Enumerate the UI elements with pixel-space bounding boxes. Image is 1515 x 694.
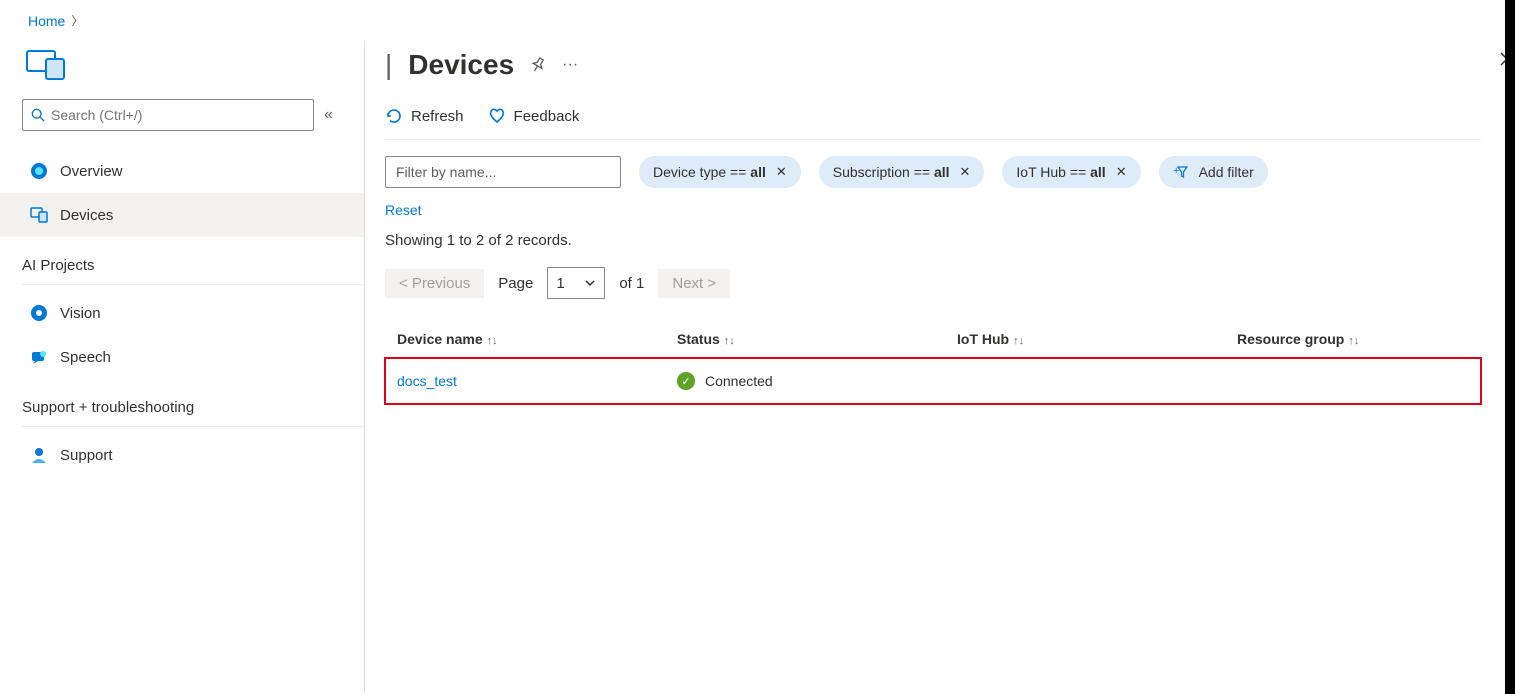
sidebar-item-support[interactable]: Support bbox=[0, 433, 364, 477]
add-filter-icon: + bbox=[1173, 164, 1189, 180]
iot-hub-cell bbox=[945, 358, 1225, 405]
sidebar-item-label: Devices bbox=[60, 207, 113, 224]
reset-filters[interactable]: Reset bbox=[385, 202, 422, 218]
breadcrumb-home[interactable]: Home bbox=[28, 13, 65, 29]
section-ai-projects: AI Projects bbox=[22, 257, 364, 285]
col-iot-hub[interactable]: IoT Hub↑↓ bbox=[945, 321, 1225, 358]
previous-page-button[interactable]: < Previous bbox=[385, 269, 484, 298]
refresh-button[interactable]: Refresh bbox=[385, 107, 464, 125]
refresh-icon bbox=[385, 107, 403, 125]
sort-icon: ↑↓ bbox=[724, 335, 735, 347]
filter-name-input[interactable] bbox=[385, 156, 621, 188]
col-resource-group[interactable]: Resource group↑↓ bbox=[1225, 321, 1481, 358]
support-icon bbox=[30, 446, 48, 464]
sidebar-item-label: Overview bbox=[60, 163, 123, 180]
remove-filter-icon[interactable]: ✕ bbox=[776, 164, 787, 180]
page-label: Page bbox=[498, 275, 533, 292]
sort-icon: ↑↓ bbox=[487, 335, 498, 347]
sort-icon: ↑↓ bbox=[1348, 335, 1359, 347]
page-of: of 1 bbox=[619, 275, 644, 292]
right-edge-bar bbox=[1505, 0, 1515, 694]
page-select[interactable]: 1 bbox=[547, 267, 605, 299]
devices-icon bbox=[30, 206, 48, 224]
status-text: Connected bbox=[705, 373, 773, 389]
sidebar-item-speech[interactable]: Speech bbox=[0, 335, 364, 379]
filter-label: IoT Hub == bbox=[1016, 164, 1090, 180]
vision-icon bbox=[30, 304, 48, 322]
filter-value: all bbox=[1090, 164, 1106, 180]
main-content: | Devices ··· Refresh Feedback bbox=[364, 41, 1515, 693]
filter-row: Device type == all ✕ Subscription == all… bbox=[385, 156, 1481, 188]
heart-icon bbox=[488, 107, 506, 125]
feedback-label: Feedback bbox=[514, 108, 580, 125]
more-icon[interactable]: ··· bbox=[562, 56, 578, 74]
page-value: 1 bbox=[556, 275, 564, 292]
resource-group-cell bbox=[1225, 358, 1481, 405]
filter-label: Subscription == bbox=[833, 164, 934, 180]
resource-icon bbox=[26, 49, 70, 81]
record-count: Showing 1 to 2 of 2 records. bbox=[385, 232, 1481, 249]
col-status[interactable]: Status↑↓ bbox=[665, 321, 945, 358]
col-device-name[interactable]: Device name↑↓ bbox=[385, 321, 665, 358]
chevron-down-icon bbox=[584, 277, 596, 289]
sidebar-search-input[interactable] bbox=[51, 107, 305, 123]
sidebar-item-devices[interactable]: Devices bbox=[0, 193, 364, 237]
table-row[interactable]: docs_test ✓ Connected bbox=[385, 358, 1481, 405]
overview-icon bbox=[30, 162, 48, 180]
filter-iot-hub[interactable]: IoT Hub == all ✕ bbox=[1002, 156, 1140, 188]
section-support: Support + troubleshooting bbox=[22, 399, 364, 427]
title-divider: | bbox=[385, 49, 392, 81]
sidebar-search[interactable] bbox=[22, 99, 314, 131]
device-link[interactable]: docs_test bbox=[397, 373, 457, 389]
remove-filter-icon[interactable]: ✕ bbox=[960, 164, 971, 180]
filter-value: all bbox=[750, 164, 766, 180]
sidebar-item-label: Support bbox=[60, 447, 113, 464]
remove-filter-icon[interactable]: ✕ bbox=[1116, 164, 1127, 180]
sidebar-item-label: Vision bbox=[60, 305, 101, 322]
sort-icon: ↑↓ bbox=[1013, 335, 1024, 347]
filter-subscription[interactable]: Subscription == all ✕ bbox=[819, 156, 985, 188]
next-page-button[interactable]: Next > bbox=[658, 269, 730, 298]
pin-icon[interactable] bbox=[530, 57, 546, 73]
filter-label: Device type == bbox=[653, 164, 750, 180]
search-icon bbox=[31, 108, 45, 122]
speech-icon bbox=[30, 348, 48, 366]
sidebar: « Overview Devices AI Projects Vision bbox=[0, 41, 364, 693]
sidebar-item-label: Speech bbox=[60, 349, 111, 366]
breadcrumb: Home 〉 bbox=[0, 0, 1515, 41]
feedback-button[interactable]: Feedback bbox=[488, 107, 580, 125]
pagination: < Previous Page 1 of 1 Next > bbox=[385, 267, 1481, 299]
filter-device-type[interactable]: Device type == all ✕ bbox=[639, 156, 801, 188]
add-filter-label: Add filter bbox=[1199, 164, 1254, 180]
page-title: Devices bbox=[408, 49, 514, 81]
devices-table: Device name↑↓ Status↑↓ IoT Hub↑↓ Resourc… bbox=[385, 321, 1481, 404]
filter-value: all bbox=[934, 164, 950, 180]
sidebar-item-vision[interactable]: Vision bbox=[0, 291, 364, 335]
refresh-label: Refresh bbox=[411, 108, 464, 125]
status-ok-icon: ✓ bbox=[677, 372, 695, 390]
toolbar: Refresh Feedback bbox=[385, 107, 1481, 140]
add-filter-button[interactable]: + Add filter bbox=[1159, 156, 1268, 188]
collapse-sidebar-icon[interactable]: « bbox=[324, 106, 333, 124]
chevron-right-icon: 〉 bbox=[71, 12, 83, 29]
sidebar-item-overview[interactable]: Overview bbox=[0, 149, 364, 193]
